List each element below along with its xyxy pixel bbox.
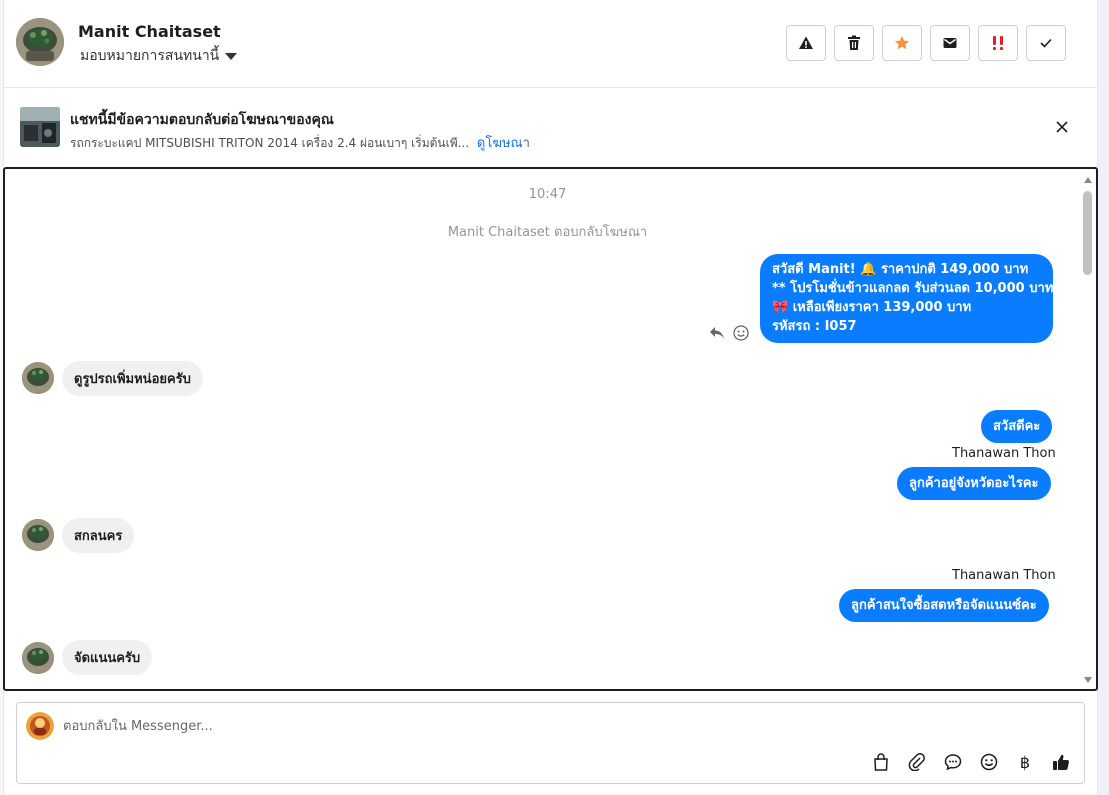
emoji-icon[interactable] [978, 751, 1000, 773]
header-actions [786, 25, 1066, 61]
star-icon [895, 36, 909, 50]
ad-thumbnail[interactable] [20, 107, 60, 147]
message-actions [709, 325, 749, 341]
outgoing-message-bubble[interactable]: ลูกค้าอยู่จังหวัดอะไรคะ [897, 467, 1051, 500]
contact-name[interactable]: Manit Chaitaset [78, 22, 221, 41]
ad-reply-banner: แชทนี้มีข้อความตอบกลับต่อโฆษณาของคุณ รถก… [4, 89, 1097, 166]
scroll-thumb[interactable] [1083, 191, 1092, 275]
trash-icon [848, 35, 860, 50]
contact-avatar-small [22, 642, 54, 674]
envelope-icon [943, 38, 957, 48]
thumbs-up-icon[interactable] [1050, 751, 1072, 773]
view-ad-link[interactable]: ดูโฆษณา [477, 136, 530, 151]
reply-icon[interactable] [709, 326, 725, 340]
shopping-bag-icon[interactable] [870, 751, 892, 773]
mark-unread-button[interactable] [930, 25, 970, 61]
contact-avatar-small [22, 519, 54, 551]
message-thread[interactable]: 10:47 Manit Chaitaset ตอบกลับโฆษณา สวัสด… [3, 167, 1098, 691]
message-input[interactable] [63, 715, 1053, 737]
sender-name: Thanawan Thon [952, 568, 1056, 583]
check-icon [1040, 38, 1052, 48]
saved-reply-icon[interactable] [942, 751, 964, 773]
incoming-message-bubble[interactable]: จัดแนนครับ [62, 640, 153, 675]
baht-icon[interactable]: ฿ [1014, 751, 1036, 773]
assign-label: มอบหมายการสนทนานี้ [80, 48, 220, 64]
message-line: สวัสดี Manit! 🔔 ราคาปกติ 149,000 บาท [772, 262, 1029, 277]
star-button[interactable] [882, 25, 922, 61]
ad-banner-subtitle: รถกระบะแคป MITSUBISHI TRITON 2014 เครื่อ… [70, 132, 530, 153]
warning-icon [799, 36, 813, 49]
message-composer: ฿ [16, 702, 1085, 784]
close-icon [1056, 121, 1068, 133]
message-line: 🎀 เหลือเพียงราคา 139,000 บาท [772, 300, 972, 315]
contact-avatar[interactable] [16, 18, 64, 66]
right-panel-edge [1097, 0, 1109, 795]
ad-reply-system-note: Manit Chaitaset ตอบกลับโฆษณา [447, 225, 648, 240]
caret-down-icon [225, 53, 238, 60]
outgoing-message-bubble[interactable]: ลูกค้าสนใจซื้อสดหรือจัดแนนซ์คะ [839, 589, 1049, 622]
scroll-down-arrow-icon[interactable] [1084, 677, 1092, 683]
spam-button[interactable] [786, 25, 826, 61]
priority-button[interactable] [978, 25, 1018, 61]
composer-toolbar: ฿ [870, 751, 1072, 773]
contact-avatar-small [22, 362, 54, 394]
ad-description: รถกระบะแคป MITSUBISHI TRITON 2014 เครื่อ… [70, 136, 470, 150]
scroll-up-arrow-icon[interactable] [1084, 177, 1092, 183]
delete-button[interactable] [834, 25, 874, 61]
message-line: รหัสรถ : I057 [772, 319, 857, 334]
outgoing-message-bubble[interactable]: สวัสดี Manit! 🔔 ราคาปกติ 149,000 บาท ** … [760, 254, 1053, 343]
sender-name: Thanawan Thon [952, 446, 1056, 461]
incoming-message-bubble[interactable]: สกลนคร [62, 518, 135, 553]
close-banner-button[interactable] [1052, 117, 1072, 137]
double-exclamation-icon [993, 36, 1003, 50]
thread-scrollbar[interactable] [1082, 173, 1094, 685]
paperclip-icon[interactable] [906, 751, 928, 773]
page-avatar [26, 712, 54, 740]
conversation-header: Manit Chaitaset มอบหมายการสนทนานี้ [4, 0, 1097, 88]
outgoing-message-bubble[interactable]: สวัสดีคะ [981, 410, 1053, 443]
assign-conversation-dropdown[interactable]: มอบหมายการสนทนานี้ [80, 45, 238, 67]
ad-banner-title: แชทนี้มีข้อความตอบกลับต่อโฆษณาของคุณ [70, 112, 334, 128]
message-line: ** โปรโมชั่นข้าวแลกลด รับส่วนลด 10,000 บ… [772, 281, 1054, 296]
incoming-message-bubble[interactable]: ดูรูปรถเพิ่มหน่อยครับ [62, 361, 203, 396]
react-emoji-icon[interactable] [733, 325, 749, 341]
mark-done-button[interactable] [1026, 25, 1066, 61]
message-timestamp: 10:47 [528, 187, 567, 202]
